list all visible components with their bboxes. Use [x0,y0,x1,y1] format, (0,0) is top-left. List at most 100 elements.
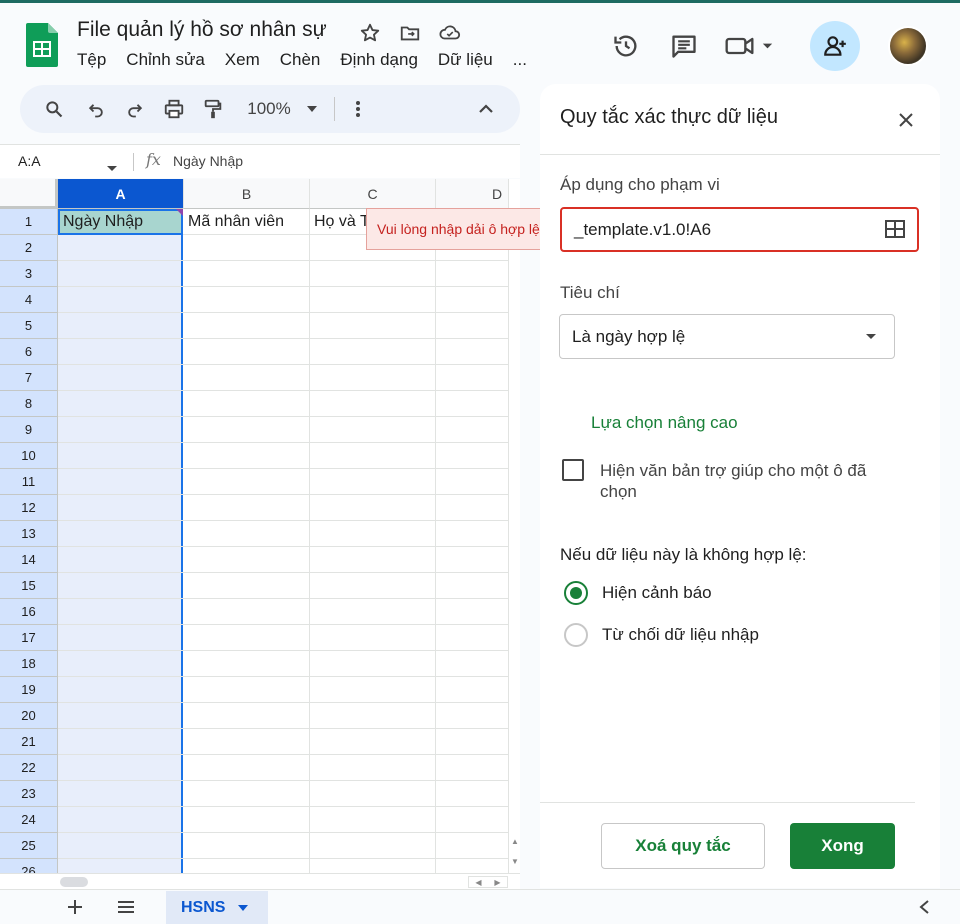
column-header-c[interactable]: C [310,179,436,209]
row-divider [58,832,508,833]
row-header[interactable]: 24 [0,807,58,833]
row-divider [58,338,508,339]
add-sheet-icon[interactable] [66,898,84,922]
cell-a1[interactable]: Ngày Nhập [58,209,183,235]
meet-call-icon[interactable] [722,26,778,66]
column-divider [309,209,310,873]
menu-edit[interactable]: Chỉnh sửa [126,50,204,70]
move-to-folder-icon[interactable] [396,20,424,46]
row-header[interactable]: 18 [0,651,58,677]
formula-input[interactable]: Ngày Nhập [173,153,243,169]
fx-icon: fx [146,150,161,169]
print-icon[interactable] [162,97,186,121]
row-divider [58,806,508,807]
criteria-label: Tiêu chí [560,283,620,302]
row-divider [58,676,508,677]
cloud-saved-icon[interactable] [436,20,464,46]
row-header[interactable]: 26 [0,859,58,873]
row-header[interactable]: 6 [0,339,58,365]
column-header-b[interactable]: B [184,179,310,209]
row-header[interactable]: 23 [0,781,58,807]
select-range-grid-icon[interactable] [885,220,905,243]
row-header[interactable]: 2 [0,235,58,261]
done-button[interactable]: Xong [790,823,895,869]
star-icon[interactable] [356,20,384,46]
horizontal-scrollbar[interactable]: ◀ ▶ [0,873,520,889]
cell-b1[interactable]: Mã nhân viên [184,209,310,235]
spreadsheet-grid[interactable]: A B C D 1 2 3 4 5 6 7 8 9 10 11 12 13 14 15 16 17 18 19 20 2… [0,179,520,873]
explore-collapse-icon[interactable] [918,898,930,922]
menu-format[interactable]: Định dạng [340,50,418,70]
scroll-down-icon[interactable]: ▼ [511,857,519,866]
share-button[interactable] [810,21,860,71]
show-warning-label: Hiện cảnh báo [602,583,712,602]
zoom-dropdown-icon[interactable] [304,97,320,121]
zoom-select[interactable]: 100% [242,97,296,121]
criteria-select[interactable]: Là ngày hợp lệ [559,314,895,359]
row-header[interactable]: 9 [0,417,58,443]
sheet-tab-hsns[interactable]: HSNS [166,891,268,924]
scroll-up-icon[interactable]: ▲ [511,837,519,846]
menu-more[interactable]: ... [513,50,527,70]
row-header[interactable]: 4 [0,287,58,313]
horizontal-scroll-thumb[interactable] [60,877,88,887]
version-history-icon[interactable] [606,26,646,66]
menu-insert[interactable]: Chèn [280,50,321,70]
name-box[interactable]: A:A [18,153,41,169]
row-header[interactable]: 19 [0,677,58,703]
row-divider [58,624,508,625]
row-header[interactable]: 11 [0,469,58,495]
row-header[interactable]: 20 [0,703,58,729]
undo-icon[interactable] [84,97,108,121]
menu-view[interactable]: Xem [225,50,260,70]
cell-c1[interactable]: Họ và T [310,209,370,235]
paint-format-icon[interactable] [201,97,225,121]
row-header[interactable]: 8 [0,391,58,417]
row-header[interactable]: 7 [0,365,58,391]
row-header[interactable]: 17 [0,625,58,651]
more-options-icon[interactable] [348,97,368,121]
user-avatar[interactable] [888,26,928,66]
row-header[interactable]: 22 [0,755,58,781]
row-header[interactable]: 14 [0,547,58,573]
sheet-tab-menu-icon[interactable] [237,904,249,912]
all-sheets-icon[interactable] [116,898,136,922]
row-header[interactable]: 12 [0,495,58,521]
row-header[interactable]: 25 [0,833,58,859]
scroll-arrows[interactable]: ◀ ▶ [468,876,508,888]
advanced-options-link[interactable]: Lựa chọn nâng cao [591,413,738,433]
menu-data[interactable]: Dữ liệu [438,50,493,70]
row-header[interactable]: 10 [0,443,58,469]
help-text-checkbox[interactable] [562,459,584,481]
sheets-logo-icon[interactable] [26,23,58,67]
reject-input-radio[interactable] [564,623,588,647]
document-title[interactable]: File quản lý hồ sơ nhân sự [77,18,327,42]
row-header[interactable]: 13 [0,521,58,547]
remove-rule-button[interactable]: Xoá quy tắc [601,823,765,869]
comments-icon[interactable] [664,26,704,66]
range-input[interactable]: _template.v1.0!A6 [560,207,919,252]
sheet-bar: HSNS [0,889,960,924]
row-header[interactable]: 1 [0,209,58,235]
redo-icon[interactable] [123,97,147,121]
vertical-scrollbar[interactable]: ▲ ▼ [508,179,520,873]
select-all-corner[interactable] [0,179,58,209]
row-divider [58,780,508,781]
column-header-a[interactable]: A [58,179,184,209]
name-box-dropdown-icon[interactable] [106,159,118,177]
row-header[interactable]: 21 [0,729,58,755]
row-header[interactable]: 5 [0,313,58,339]
close-icon[interactable] [894,108,918,132]
menu-file[interactable]: Tệp [77,50,106,70]
row-header[interactable]: 3 [0,261,58,287]
data-validation-panel: Quy tắc xác thực dữ liệu Áp dụng cho phạ… [540,84,940,888]
row-header[interactable]: 15 [0,573,58,599]
show-warning-radio[interactable] [564,581,588,605]
row-divider [58,442,508,443]
row-divider [58,572,508,573]
collapse-toolbar-icon[interactable] [474,97,498,121]
search-menus-icon[interactable] [42,97,66,121]
panel-footer-divider [540,802,915,803]
row-header[interactable]: 16 [0,599,58,625]
chevron-down-icon [866,334,876,339]
